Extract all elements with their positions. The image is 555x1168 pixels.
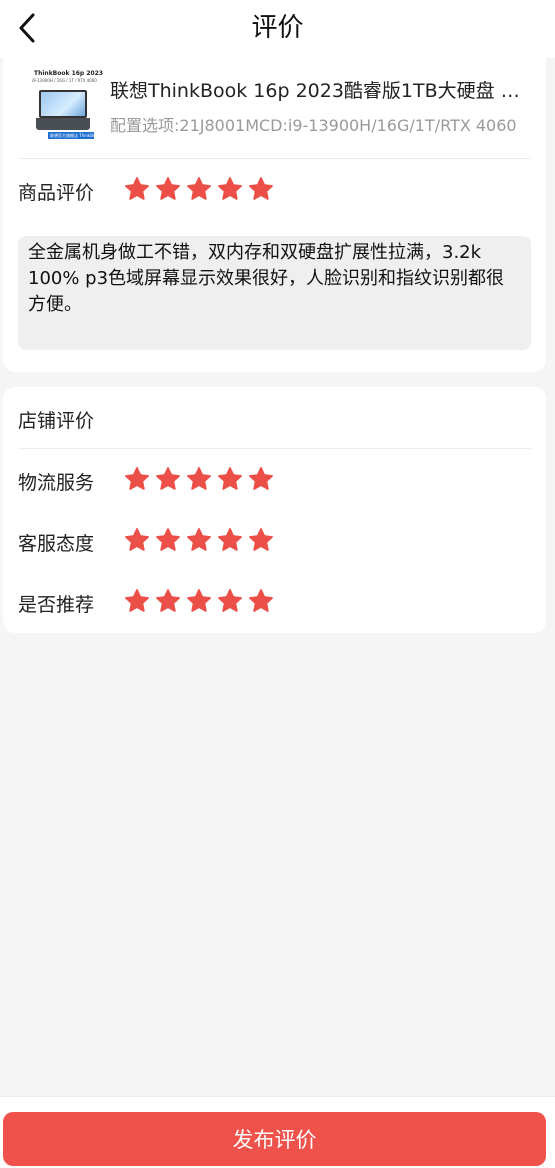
header-bar: 评价 <box>0 0 555 58</box>
service-rating-label: 客服态度 <box>18 533 95 555</box>
star-icon[interactable] <box>186 588 212 614</box>
thumbnail-banner-text: 联想官方旗舰店 ThinkBook <box>50 133 101 138</box>
thumbnail-title: ThinkBook 16p 2023 <box>34 70 104 77</box>
star-icon[interactable] <box>248 527 274 553</box>
product-title[interactable]: 联想ThinkBook 16p 2023酷睿版1TB大硬盘 标配版 <box>110 76 530 103</box>
star-icon[interactable] <box>124 176 150 202</box>
recommend-rating-stars[interactable] <box>124 588 274 614</box>
star-icon[interactable] <box>217 588 243 614</box>
star-icon[interactable] <box>155 176 181 202</box>
product-rating-label: 商品评价 <box>18 182 95 204</box>
thumbnail-subtitle: i9-13900H / 16G / 1T / RTX 4060 <box>32 78 97 83</box>
star-icon[interactable] <box>155 588 181 614</box>
review-textarea[interactable]: 全金属机身做工不错，双内存和双硬盘扩展性拉满，3.2k 100% p3色域屏幕显… <box>18 236 531 350</box>
product-thumbnail[interactable]: ThinkBook 16p 2023 i9-13900H / 16G / 1T … <box>32 70 103 142</box>
product-spec: 配置选项:21J8001MCD:i9-13900H/16G/1T/RTX 406… <box>110 116 517 135</box>
service-rating-stars[interactable] <box>124 527 274 553</box>
star-icon[interactable] <box>217 466 243 492</box>
star-icon[interactable] <box>217 527 243 553</box>
star-icon[interactable] <box>155 466 181 492</box>
divider <box>18 448 531 449</box>
divider <box>18 158 531 159</box>
product-rating-stars[interactable] <box>124 176 274 202</box>
logistics-rating-stars[interactable] <box>124 466 274 492</box>
logistics-rating-label: 物流服务 <box>18 472 95 494</box>
star-icon[interactable] <box>186 176 212 202</box>
thumbnail-banner: 联想官方旗舰店 ThinkBook <box>48 132 100 139</box>
star-icon[interactable] <box>248 588 274 614</box>
store-rating-title: 店铺评价 <box>18 410 95 432</box>
submit-review-button[interactable]: 发布评价 <box>3 1112 546 1166</box>
laptop-screen-image <box>39 90 87 118</box>
recommend-rating-label: 是否推荐 <box>18 594 95 616</box>
submit-review-label: 发布评价 <box>232 1128 317 1152</box>
star-icon[interactable] <box>124 527 150 553</box>
star-icon[interactable] <box>124 588 150 614</box>
star-icon[interactable] <box>217 176 243 202</box>
star-icon[interactable] <box>186 527 212 553</box>
star-icon[interactable] <box>186 466 212 492</box>
star-icon[interactable] <box>155 527 181 553</box>
laptop-base-image <box>36 118 90 130</box>
page-title: 评价 <box>251 13 304 43</box>
star-icon[interactable] <box>248 466 274 492</box>
star-icon[interactable] <box>124 466 150 492</box>
star-icon[interactable] <box>248 176 274 202</box>
